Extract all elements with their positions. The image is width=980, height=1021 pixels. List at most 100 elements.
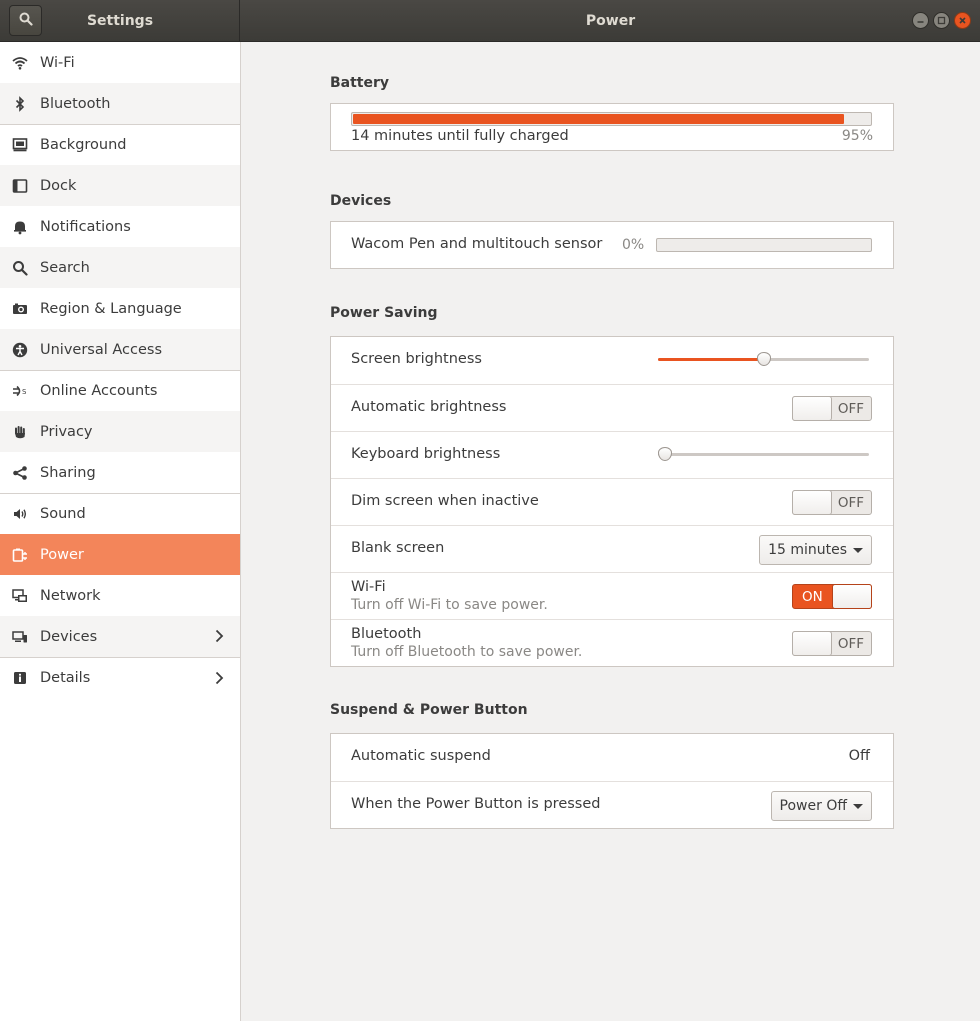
sidebar-item-label: Online Accounts bbox=[40, 383, 158, 399]
dim-screen-label: Dim screen when inactive bbox=[351, 493, 539, 509]
sidebar-item-label: Search bbox=[40, 259, 90, 276]
minimize-icon bbox=[917, 21, 924, 23]
sidebar-item-label: Sound bbox=[40, 506, 86, 522]
minimize-button[interactable] bbox=[912, 12, 929, 29]
wifi-sublabel: Turn off Wi-Fi to save power. bbox=[351, 597, 548, 613]
battery-panel: 14 minutes until fully charged 95% bbox=[330, 103, 894, 151]
automatic-suspend-value: Off bbox=[848, 748, 870, 764]
blank-screen-dropdown[interactable]: 15 minutes bbox=[759, 535, 872, 565]
device-percent: 0% bbox=[622, 237, 645, 253]
automatic-brightness-label: Automatic brightness bbox=[351, 399, 507, 415]
sidebar-item-background[interactable]: Background bbox=[0, 124, 240, 165]
power-saving-panel: Screen brightness Automatic brightness O… bbox=[330, 336, 894, 667]
device-level-bar bbox=[656, 238, 872, 252]
maximize-button[interactable] bbox=[933, 12, 950, 29]
dim-screen-row: Dim screen when inactive OFF bbox=[331, 478, 893, 525]
sidebar-item-dock[interactable]: Dock bbox=[0, 165, 240, 206]
sidebar-item-network[interactable]: Network bbox=[0, 575, 240, 616]
bluetooth-label: Bluetooth bbox=[351, 626, 422, 642]
switch-knob bbox=[832, 584, 872, 609]
blank-screen-label: Blank screen bbox=[351, 540, 445, 556]
sidebar-item-sound[interactable]: Sound bbox=[0, 493, 240, 534]
sidebar-item-search[interactable]: Search bbox=[0, 247, 240, 288]
sidebar-item-power[interactable]: Power bbox=[0, 534, 240, 575]
screen-brightness-handle[interactable] bbox=[757, 352, 771, 366]
sidebar-item-details[interactable]: Details bbox=[0, 657, 240, 698]
sidebar-item-label: Dock bbox=[40, 177, 77, 194]
bluetooth-sublabel: Turn off Bluetooth to save power. bbox=[351, 644, 583, 660]
sidebar-item-label: Devices bbox=[40, 628, 98, 645]
switch-state: OFF bbox=[837, 401, 864, 417]
power-saving-section-title: Power Saving bbox=[330, 305, 438, 321]
share-icon bbox=[12, 465, 28, 481]
blank-screen-row: Blank screen 15 minutes bbox=[331, 525, 893, 572]
blank-screen-value: 15 minutes bbox=[768, 542, 847, 558]
devices-panel: Wacom Pen and multitouch sensor 0% bbox=[330, 221, 894, 269]
sidebar-item-label: Network bbox=[40, 587, 101, 604]
camera-icon bbox=[12, 301, 28, 317]
chevron-right-icon bbox=[214, 629, 224, 647]
dim-screen-switch[interactable]: OFF bbox=[792, 490, 872, 515]
battery-section-title: Battery bbox=[330, 75, 390, 91]
keyboard-brightness-slider[interactable] bbox=[658, 453, 869, 456]
sidebar-item-online-accounts[interactable]: S Online Accounts bbox=[0, 370, 240, 411]
header-bar: Settings Power bbox=[0, 0, 980, 42]
battery-level-bar bbox=[351, 112, 872, 126]
dock-icon bbox=[12, 178, 28, 194]
keyboard-brightness-handle[interactable] bbox=[658, 447, 672, 461]
sidebar-item-privacy[interactable]: Privacy bbox=[0, 411, 240, 452]
battery-status: 14 minutes until fully charged bbox=[351, 128, 569, 144]
sidebar-item-wifi[interactable]: Wi-Fi bbox=[0, 42, 240, 83]
dropdown-arrow-icon bbox=[853, 547, 863, 553]
bluetooth-row: Bluetooth Turn off Bluetooth to save pow… bbox=[331, 619, 893, 666]
switch-knob bbox=[792, 631, 832, 656]
bluetooth-switch[interactable]: OFF bbox=[792, 631, 872, 656]
automatic-suspend-row[interactable]: Automatic suspend Off bbox=[331, 734, 893, 781]
wifi-row: Wi-Fi Turn off Wi-Fi to save power. ON bbox=[331, 572, 893, 619]
sidebar-item-label: Sharing bbox=[40, 464, 96, 481]
screen-brightness-row: Screen brightness bbox=[331, 337, 893, 384]
main-content: Battery 14 minutes until fully charged 9… bbox=[241, 42, 980, 1021]
wifi-switch[interactable]: ON bbox=[792, 584, 872, 609]
sidebar-item-sharing[interactable]: Sharing bbox=[0, 452, 240, 493]
screen-brightness-label: Screen brightness bbox=[351, 351, 482, 367]
suspend-section-title: Suspend & Power Button bbox=[330, 702, 528, 718]
bluetooth-icon bbox=[12, 95, 28, 112]
sidebar-item-label: Power bbox=[40, 546, 84, 563]
close-button[interactable] bbox=[954, 12, 971, 29]
window-controls bbox=[912, 12, 971, 29]
keyboard-brightness-label: Keyboard brightness bbox=[351, 446, 501, 462]
sidebar-item-notifications[interactable]: Notifications bbox=[0, 206, 240, 247]
keyboard-brightness-row: Keyboard brightness bbox=[331, 431, 893, 478]
sidebar-item-universal-access[interactable]: Universal Access bbox=[0, 329, 240, 370]
accessibility-icon bbox=[12, 342, 28, 358]
page-title: Power bbox=[585, 13, 636, 29]
svg-text:S: S bbox=[22, 388, 27, 396]
suspend-panel: Automatic suspend Off When the Power But… bbox=[330, 733, 894, 829]
power-button-value: Power Off bbox=[779, 798, 847, 814]
power-icon bbox=[12, 547, 28, 563]
online-accounts-icon: S bbox=[12, 383, 28, 399]
sidebar: Wi-Fi Bluetooth Background Dock Notifica… bbox=[0, 42, 241, 1021]
wifi-icon bbox=[12, 55, 28, 71]
device-name: Wacom Pen and multitouch sensor bbox=[351, 236, 603, 252]
sidebar-item-region-language[interactable]: Region & Language bbox=[0, 288, 240, 329]
dropdown-arrow-icon bbox=[853, 803, 863, 809]
wifi-label: Wi-Fi bbox=[351, 579, 386, 595]
sidebar-header: Settings bbox=[0, 0, 240, 42]
screen-brightness-fill bbox=[658, 358, 761, 361]
sidebar-item-bluetooth[interactable]: Bluetooth bbox=[0, 83, 240, 124]
power-button-dropdown[interactable]: Power Off bbox=[770, 791, 872, 821]
battery-percent: 95% bbox=[841, 128, 873, 144]
sidebar-item-label: Background bbox=[40, 137, 127, 153]
sidebar-item-devices[interactable]: Devices bbox=[0, 616, 240, 657]
automatic-brightness-switch[interactable]: OFF bbox=[792, 396, 872, 421]
sidebar-item-label: Region & Language bbox=[40, 300, 182, 317]
chevron-right-icon bbox=[214, 671, 224, 689]
power-button-row: When the Power Button is pressed Power O… bbox=[331, 781, 893, 828]
info-icon bbox=[12, 670, 28, 686]
network-icon bbox=[12, 588, 28, 604]
devices-section-title: Devices bbox=[330, 193, 392, 209]
devices-icon bbox=[12, 629, 28, 645]
automatic-brightness-row: Automatic brightness OFF bbox=[331, 384, 893, 431]
